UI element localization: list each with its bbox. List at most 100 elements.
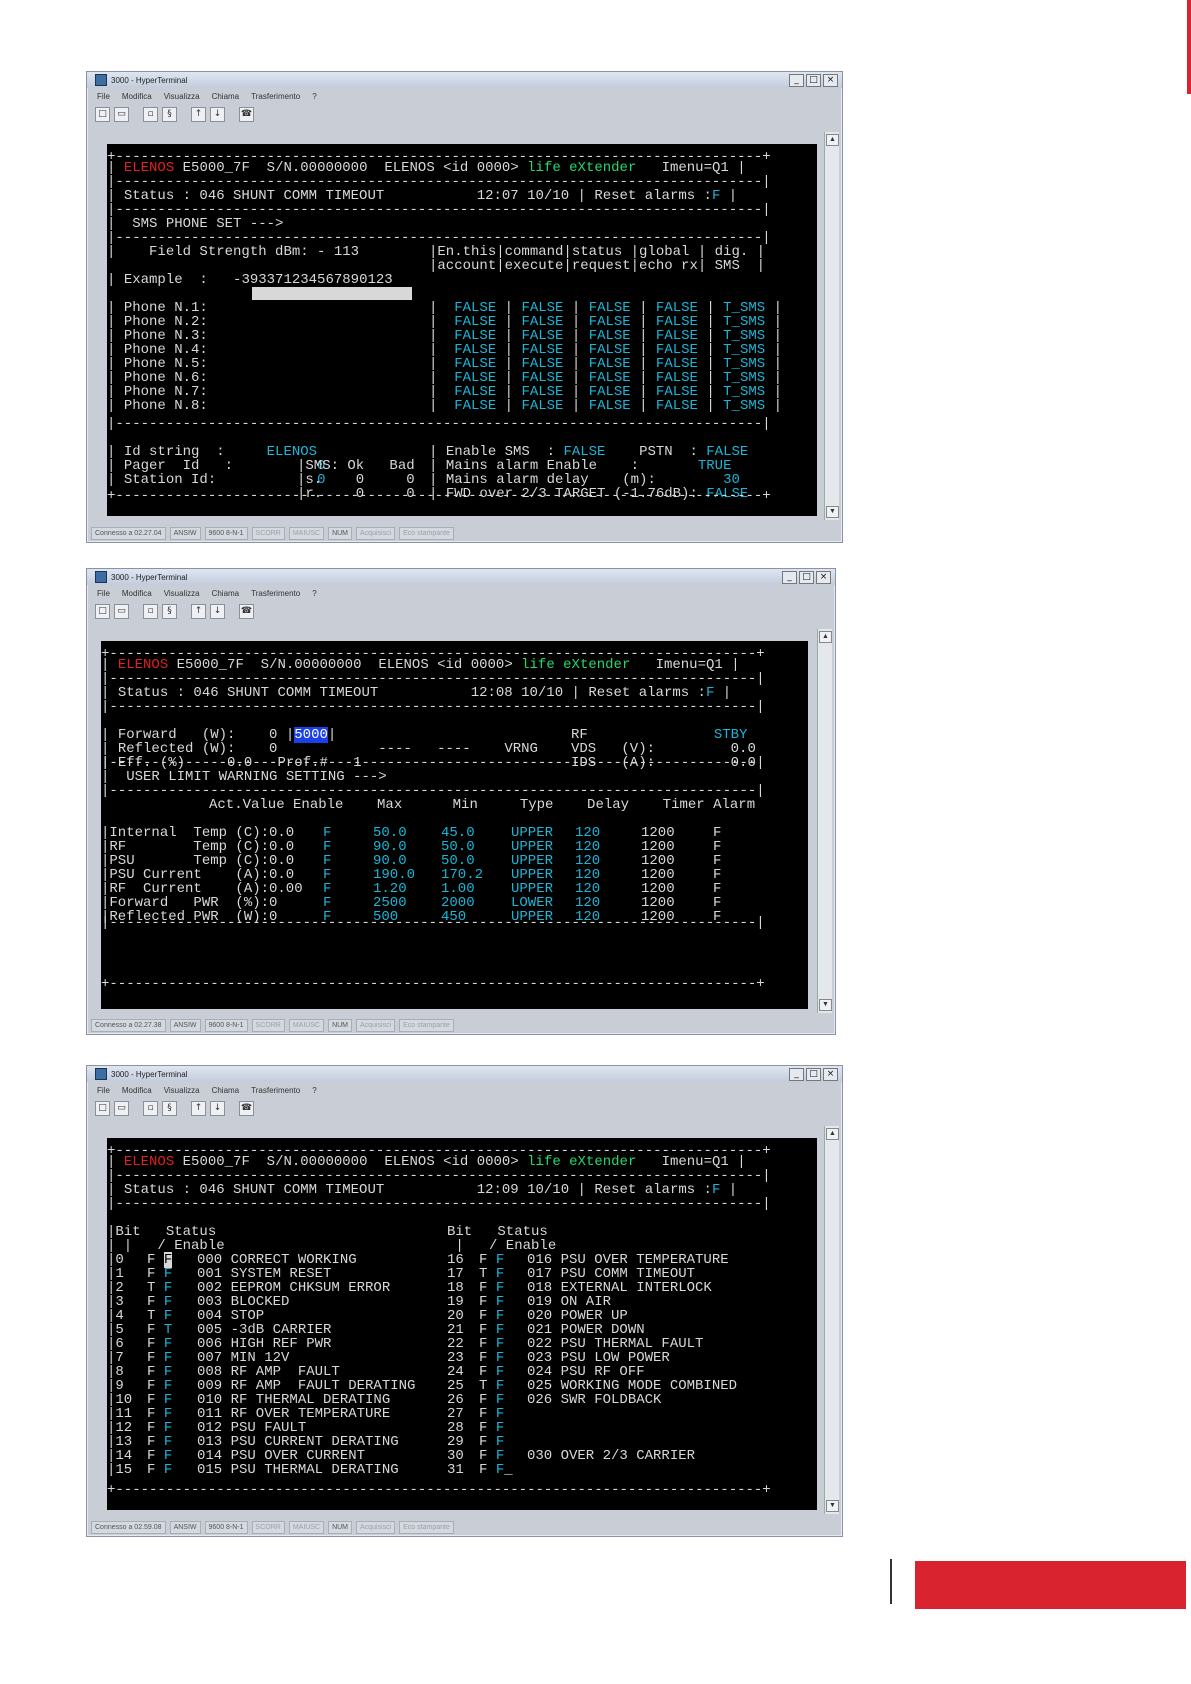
frame-sep: |---------------------------------------… xyxy=(107,1196,771,1212)
receive-icon[interactable]: ↓ xyxy=(210,603,225,619)
vertical-scrollbar[interactable]: ▲ ▼ xyxy=(824,132,839,520)
menu-help[interactable]: ? xyxy=(312,1086,316,1095)
scroll-up-icon[interactable]: ▲ xyxy=(826,134,839,146)
properties-icon[interactable]: § xyxy=(162,1100,177,1116)
status-capture: Acquisisci xyxy=(356,1520,396,1534)
send-icon[interactable]: ↑ xyxy=(191,1100,206,1116)
send-icon[interactable]: ↑ xyxy=(191,603,206,619)
status-emulation: ANSIW xyxy=(169,1018,201,1032)
status-bar: Connesso a 02.27.04 ANSIW 9600 8-N-1 SCO… xyxy=(87,524,842,542)
status-connection: Connesso a 02.59.08 xyxy=(91,1520,166,1534)
scroll-down-icon[interactable]: ▼ xyxy=(826,506,839,518)
right-bit-descriptions: 016 PSU OVER TEMPERATURE 017 PSU COMM TI… xyxy=(527,1252,738,1464)
status-line: | Status : 046 SHUNT COMM TIMEOUT 12:08 … xyxy=(101,685,732,701)
menu-file[interactable]: File xyxy=(97,1086,110,1095)
scroll-up-icon[interactable]: ▲ xyxy=(819,631,832,643)
menu-trasferimento[interactable]: Trasferimento xyxy=(251,1086,300,1095)
footer-accent-block xyxy=(915,1561,1186,1609)
menu-trasferimento[interactable]: Trasferimento xyxy=(251,92,300,101)
menu-visualizza[interactable]: Visualizza xyxy=(164,92,200,101)
vertical-scrollbar[interactable]: ▲ ▼ xyxy=(824,1126,839,1514)
open-icon[interactable]: ▭ xyxy=(114,1100,129,1116)
scroll-down-icon[interactable]: ▼ xyxy=(826,1500,839,1512)
maximize-button[interactable]: □ xyxy=(806,74,821,87)
status-num: NUM xyxy=(328,1018,353,1032)
status-emulation: ANSIW xyxy=(169,526,201,540)
close-button[interactable]: × xyxy=(823,74,838,87)
menu-chiama[interactable]: Chiama xyxy=(212,92,240,101)
terminal-screen[interactable]: +---------------------------------------… xyxy=(107,144,817,516)
status-caps: MAIUSC xyxy=(288,1018,325,1032)
menu-modifica[interactable]: Modifica xyxy=(122,92,152,101)
status-connection: Connesso a 02.27.04 xyxy=(91,526,166,540)
receive-icon[interactable]: ↓ xyxy=(210,106,225,122)
scroll-down-icon[interactable]: ▼ xyxy=(819,999,832,1011)
status-caps: MAIUSC xyxy=(288,526,325,540)
vertical-scrollbar[interactable]: ▲ ▼ xyxy=(817,629,832,1013)
terminal-screen[interactable]: +---------------------------------------… xyxy=(107,1138,817,1510)
call-icon[interactable]: ☎ xyxy=(239,106,254,122)
status-scroll: SCORR xyxy=(251,1520,285,1534)
menu-bar: File Modifica Visualizza Chiama Trasferi… xyxy=(87,1083,842,1097)
send-icon[interactable]: ↑ xyxy=(191,106,206,122)
open-icon[interactable]: ▭ xyxy=(114,106,129,122)
menu-modifica[interactable]: Modifica xyxy=(122,1086,152,1095)
menu-trasferimento[interactable]: Trasferimento xyxy=(251,589,300,598)
properties-icon[interactable]: § xyxy=(162,603,177,619)
menu-file[interactable]: File xyxy=(97,589,110,598)
header-line: | ELENOS E5000_7F S/N.00000000 ELENOS <i… xyxy=(107,160,746,176)
hyperterminal-window-status-bits: 3000 - HyperTerminal _ □ × File Modifica… xyxy=(86,1065,843,1537)
status-port-settings: 9600 8-N-1 xyxy=(204,526,248,540)
scroll-up-icon[interactable]: ▲ xyxy=(826,1128,839,1140)
menu-file[interactable]: File xyxy=(97,92,110,101)
menu-visualizza[interactable]: Visualizza xyxy=(164,589,200,598)
open-icon[interactable]: ▭ xyxy=(114,603,129,619)
terminal-screen[interactable]: +---------------------------------------… xyxy=(101,641,808,1009)
limits-delay: 120 120 120 120 120 120 120 xyxy=(575,825,601,925)
menu-chiama[interactable]: Chiama xyxy=(212,589,240,598)
status-print-echo: Eco stampante xyxy=(399,1520,454,1534)
limits-timer: 1200 1200 1200 1200 1200 1200 1200 xyxy=(641,825,675,925)
menu-help[interactable]: ? xyxy=(312,589,316,598)
frame-sep: |---------------------------------------… xyxy=(107,202,771,218)
status-connection: Connesso a 02.27.38 xyxy=(91,1018,166,1032)
close-button[interactable]: × xyxy=(816,571,831,584)
hyperterminal-window-limits: 3000 - HyperTerminal _ □ × File Modifica… xyxy=(86,568,836,1035)
receive-icon[interactable]: ↓ xyxy=(210,1100,225,1116)
new-icon[interactable]: □ xyxy=(95,1100,110,1116)
minimize-button[interactable]: _ xyxy=(789,1068,804,1081)
new-icon[interactable]: □ xyxy=(95,603,110,619)
maximize-button[interactable]: □ xyxy=(806,1068,821,1081)
disconnect-icon[interactable]: ▫ xyxy=(143,1100,158,1116)
limits-act: 0.0 0.0 0.0 0.0 0.00 0 0 xyxy=(269,825,303,925)
window-title: 3000 - HyperTerminal xyxy=(111,75,188,85)
header-line: | ELENOS E5000_7F S/N.00000000 ELENOS <i… xyxy=(101,657,740,673)
status-caps: MAIUSC xyxy=(288,1520,325,1534)
menu-visualizza[interactable]: Visualizza xyxy=(164,1086,200,1095)
status-num: NUM xyxy=(328,1520,353,1534)
title-bar: 3000 - HyperTerminal _ □ × xyxy=(87,1066,842,1082)
menu-help[interactable]: ? xyxy=(312,92,316,101)
frame-sep: |---------------------------------------… xyxy=(107,416,771,432)
properties-icon[interactable]: § xyxy=(162,106,177,122)
example-row: | Example : -393371234567890123 xyxy=(107,272,393,288)
call-icon[interactable]: ☎ xyxy=(239,1100,254,1116)
close-button[interactable]: × xyxy=(823,1068,838,1081)
status-capture: Acquisisci xyxy=(356,526,396,540)
limits-table-header: Act.Value Enable Max Min Type Delay Time… xyxy=(209,797,756,813)
disconnect-icon[interactable]: ▫ xyxy=(143,603,158,619)
status-port-settings: 9600 8-N-1 xyxy=(204,1018,248,1032)
new-icon[interactable]: □ xyxy=(95,106,110,122)
menu-modifica[interactable]: Modifica xyxy=(122,589,152,598)
maximize-button[interactable]: □ xyxy=(799,571,814,584)
forward-setpoint-field[interactable]: 5000 xyxy=(294,727,328,743)
disconnect-icon[interactable]: ▫ xyxy=(143,106,158,122)
call-icon[interactable]: ☎ xyxy=(239,603,254,619)
menu-chiama[interactable]: Chiama xyxy=(212,1086,240,1095)
minimize-button[interactable]: _ xyxy=(789,74,804,87)
minimize-button[interactable]: _ xyxy=(782,571,797,584)
phone-input-field[interactable] xyxy=(252,287,412,300)
hyperterminal-window-sms: 3000 - HyperTerminal _ □ × File Modifica… xyxy=(86,71,843,543)
limits-alarm: F F F F F F F xyxy=(713,825,722,925)
frame-sep: |---------------------------------------… xyxy=(107,230,771,246)
